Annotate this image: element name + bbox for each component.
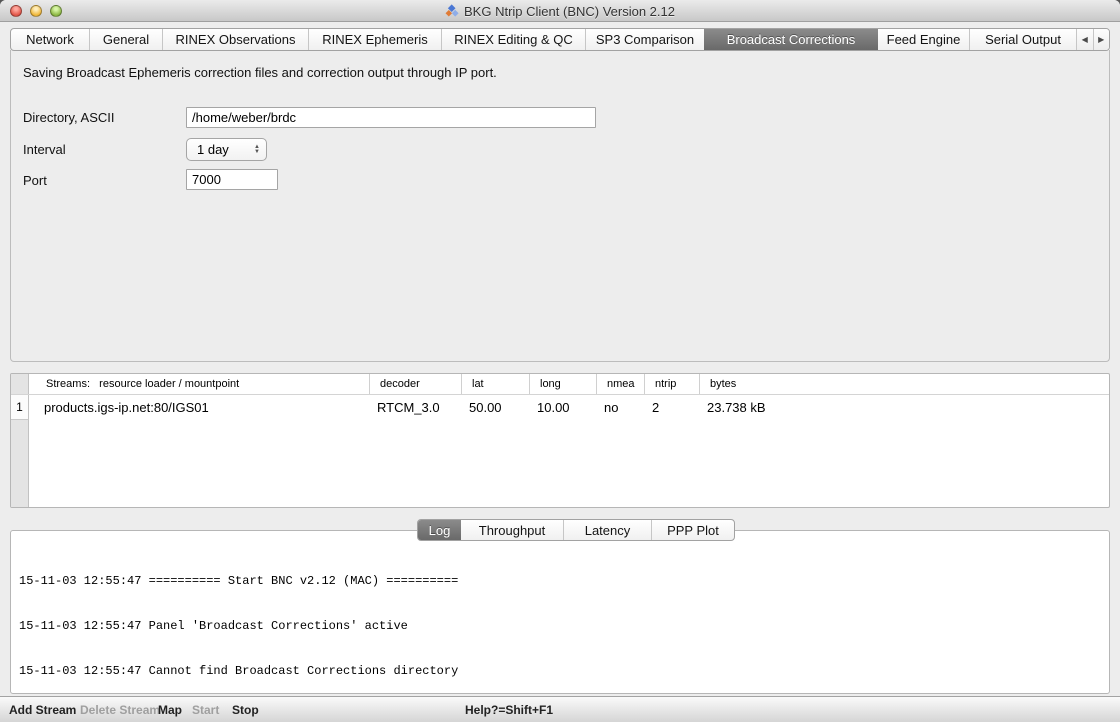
app-window: BKG Ntrip Client (BNC) Version 2.12 Netw… bbox=[0, 0, 1120, 722]
window-title: BKG Ntrip Client (BNC) Version 2.12 bbox=[464, 4, 675, 19]
header-lat: lat bbox=[461, 374, 529, 394]
chevron-right-icon: ▶ bbox=[1098, 35, 1104, 44]
log-tab-bar: Log Throughput Latency PPP Plot bbox=[417, 519, 735, 541]
add-stream-button[interactable]: Add Stream bbox=[9, 703, 76, 717]
header-bytes: bytes bbox=[699, 374, 1109, 394]
title-bar[interactable]: BKG Ntrip Client (BNC) Version 2.12 bbox=[0, 0, 1120, 22]
stepper-down-icon: ▼ bbox=[254, 150, 260, 155]
header-ntrip: ntrip bbox=[644, 374, 699, 394]
help-shortcut-label: Help?=Shift+F1 bbox=[465, 703, 553, 717]
stop-button[interactable]: Stop bbox=[232, 703, 259, 717]
tab-ppp-plot[interactable]: PPP Plot bbox=[651, 520, 734, 540]
interval-label: Interval bbox=[23, 142, 66, 157]
tab-throughput[interactable]: Throughput bbox=[461, 520, 563, 540]
header-nmea: nmea bbox=[596, 374, 644, 394]
broadcast-corrections-panel: Saving Broadcast Ephemeris correction fi… bbox=[10, 50, 1110, 362]
delete-stream-button: Delete Stream bbox=[80, 703, 160, 717]
port-label: Port bbox=[23, 173, 47, 188]
tab-broadcast-corrections[interactable]: Broadcast Corrections bbox=[704, 29, 878, 50]
header-mountpoint: Streams: resource loader / mountpoint bbox=[30, 374, 369, 394]
tab-scroll-left-button[interactable]: ◀ bbox=[1077, 29, 1093, 50]
panel-description: Saving Broadcast Ephemeris correction fi… bbox=[23, 65, 497, 80]
cell-ntrip: 2 bbox=[644, 395, 699, 420]
tab-rinex-ephemeris[interactable]: RINEX Ephemeris bbox=[308, 29, 441, 50]
interval-select[interactable]: 1 day ▲ ▼ bbox=[186, 138, 267, 161]
directory-ascii-input[interactable] bbox=[186, 107, 596, 128]
port-input[interactable] bbox=[186, 169, 278, 190]
tab-scroll-buttons: ◀ ▶ bbox=[1076, 29, 1109, 50]
cell-mountpoint: products.igs-ip.net:80/IGS01 bbox=[30, 395, 369, 420]
tab-serial-output[interactable]: Serial Output bbox=[969, 29, 1076, 50]
cell-lat: 50.00 bbox=[461, 395, 529, 420]
cell-long: 10.00 bbox=[529, 395, 596, 420]
table-corner-cell bbox=[11, 374, 30, 394]
map-button[interactable]: Map bbox=[158, 703, 182, 717]
select-stepper: ▲ ▼ bbox=[254, 145, 266, 155]
row-number: 1 bbox=[11, 395, 29, 420]
cell-bytes: 23.738 kB bbox=[699, 395, 1109, 420]
tab-log[interactable]: Log bbox=[418, 520, 461, 540]
start-button: Start bbox=[192, 703, 219, 717]
directory-ascii-label: Directory, ASCII bbox=[23, 110, 115, 125]
tab-feed-engine[interactable]: Feed Engine bbox=[878, 29, 969, 50]
main-tab-bar: Network General RINEX Observations RINEX… bbox=[10, 28, 1110, 51]
chevron-left-icon: ◀ bbox=[1082, 35, 1088, 44]
log-line: 15-11-03 12:55:47 Panel 'Broadcast Corre… bbox=[19, 619, 1103, 634]
table-row[interactable]: products.igs-ip.net:80/IGS01 RTCM_3.0 50… bbox=[30, 395, 1109, 420]
interval-selected-value: 1 day bbox=[187, 142, 254, 157]
tab-network[interactable]: Network bbox=[11, 29, 89, 50]
tab-sp3-comparison[interactable]: SP3 Comparison bbox=[585, 29, 704, 50]
tab-scroll-right-button[interactable]: ▶ bbox=[1093, 29, 1110, 50]
streams-table: Streams: resource loader / mountpoint de… bbox=[10, 373, 1110, 508]
header-decoder: decoder bbox=[369, 374, 461, 394]
bnc-logo-icon bbox=[445, 4, 459, 18]
bottom-toolbar: Add Stream Delete Stream Map Start Stop … bbox=[0, 696, 1120, 722]
streams-table-header: Streams: resource loader / mountpoint de… bbox=[11, 374, 1109, 395]
cell-nmea: no bbox=[596, 395, 644, 420]
cell-decoder: RTCM_3.0 bbox=[369, 395, 461, 420]
tab-latency[interactable]: Latency bbox=[563, 520, 651, 540]
tab-rinex-observations[interactable]: RINEX Observations bbox=[162, 29, 308, 50]
log-line: 15-11-03 12:55:47 ========== Start BNC v… bbox=[19, 574, 1103, 589]
header-long: long bbox=[529, 374, 596, 394]
log-pane: 15-11-03 12:55:47 ========== Start BNC v… bbox=[10, 530, 1110, 694]
log-line: 15-11-03 12:55:47 Cannot find Broadcast … bbox=[19, 664, 1103, 679]
tab-general[interactable]: General bbox=[89, 29, 162, 50]
tab-rinex-editing-qc[interactable]: RINEX Editing & QC bbox=[441, 29, 585, 50]
